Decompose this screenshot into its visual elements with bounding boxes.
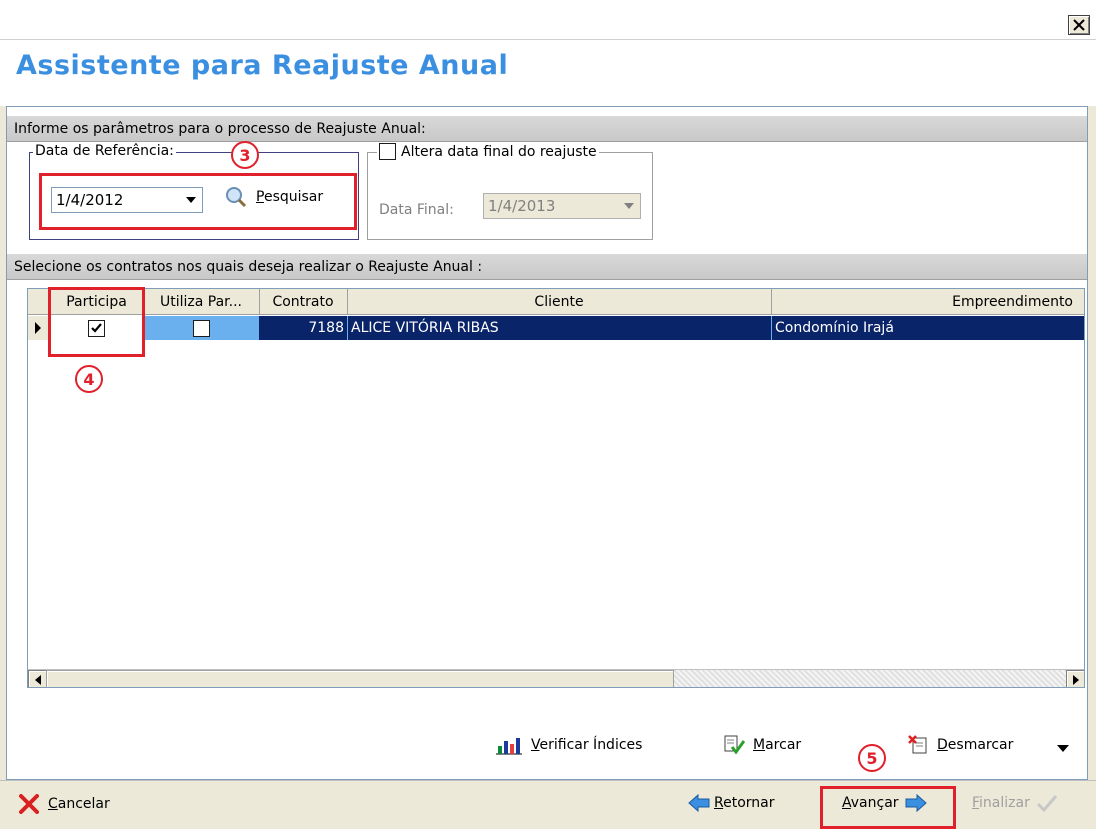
wizard-title: Assistente para Reajuste Anual [16, 50, 509, 81]
scroll-thumb[interactable] [46, 670, 674, 687]
utiliza-checkbox[interactable] [192, 319, 210, 337]
cancelar-label: Cancelar [48, 796, 110, 812]
table-row[interactable]: 7188 ALICE VITÓRIA RIBAS Condomínio Iraj… [28, 316, 1084, 340]
arrow-right-icon [905, 794, 927, 812]
desmarcar-button[interactable]: Desmarcar [907, 735, 1013, 755]
toolbar-overflow-button[interactable] [1057, 741, 1069, 757]
utiliza-cell[interactable] [143, 316, 259, 340]
alter-end-checkbox[interactable] [379, 143, 396, 160]
chevron-down-icon[interactable] [180, 188, 202, 212]
verificar-indices-label: Verificar Índices [531, 737, 643, 753]
final-date-combo: 1/4/2013 [483, 193, 641, 219]
cancel-x-icon [19, 794, 39, 814]
final-date-label: Data Final: [379, 202, 454, 218]
arrow-right-icon [1073, 675, 1079, 685]
chevron-down-icon [1057, 745, 1069, 752]
callout-5: 5 [858, 744, 886, 772]
chevron-down-icon [618, 194, 640, 218]
alter-end-toggle[interactable]: Altera data final do reajuste [377, 143, 599, 160]
contracts-grid: Participa Utiliza Par... Contrato Client… [27, 288, 1085, 688]
search-button-label: Pesquisar [256, 189, 324, 205]
retornar-button[interactable]: Retornar [688, 794, 775, 812]
scroll-right-button[interactable] [1066, 670, 1084, 687]
callout-3: 3 [231, 141, 259, 169]
search-button[interactable]: Pesquisar [224, 185, 323, 209]
bar-chart-icon [496, 738, 522, 755]
retornar-label: Retornar [714, 795, 775, 811]
close-icon [1073, 19, 1085, 31]
row-pointer-icon [35, 322, 41, 334]
magnifier-icon [226, 187, 247, 208]
finalizar-label: Finalizar [972, 795, 1030, 811]
ref-date-value: 1/4/2012 [56, 191, 124, 209]
col-cliente[interactable]: Cliente [347, 289, 772, 315]
window-titlebar [0, 0, 1096, 40]
ref-date-legend: Data de Referência: [33, 143, 176, 159]
row-indicator [28, 316, 50, 340]
avancar-label: Avançar [842, 795, 899, 811]
cancelar-button[interactable]: Cancelar [18, 794, 110, 814]
empreendimento-cell: Condomínio Irajá [771, 316, 1084, 340]
checkmark-icon [1036, 795, 1057, 812]
avancar-button[interactable]: Avançar [842, 794, 927, 812]
cliente-cell: ALICE VITÓRIA RIBAS [347, 316, 771, 340]
contracts-section-header: Selecione os contratos nos quais deseja … [7, 254, 1087, 280]
alter-end-label: Altera data final do reajuste [401, 143, 597, 160]
uncheck-document-icon [908, 735, 927, 754]
marcar-label: Marcar [753, 737, 802, 753]
verificar-indices-button[interactable]: Verificar Índices [495, 735, 642, 755]
check-document-icon [724, 735, 745, 755]
final-date-value: 1/4/2013 [488, 197, 556, 215]
wizard-body: Informe os parâmetros para o processo de… [6, 106, 1088, 780]
contrato-cell: 7188 [259, 316, 347, 340]
scroll-left-button[interactable] [28, 670, 48, 687]
horizontal-scrollbar[interactable] [28, 669, 1084, 687]
col-empreendimento[interactable]: Empreendimento [771, 289, 1084, 315]
arrow-left-icon [35, 675, 41, 685]
marcar-button[interactable]: Marcar [723, 735, 801, 755]
close-button[interactable] [1068, 15, 1090, 35]
ref-date-combo[interactable]: 1/4/2012 [51, 187, 203, 213]
col-contrato[interactable]: Contrato [259, 289, 348, 315]
arrow-left-icon [688, 794, 710, 812]
desmarcar-label: Desmarcar [937, 737, 1014, 753]
callout-4: 4 [75, 365, 103, 393]
params-section-header: Informe os parâmetros para o processo de… [7, 116, 1087, 142]
highlight-participa [48, 287, 145, 357]
grid-header: Participa Utiliza Par... Contrato Client… [28, 289, 1084, 315]
col-utiliza[interactable]: Utiliza Par... [143, 289, 260, 315]
finalizar-button: Finalizar [972, 794, 1058, 812]
